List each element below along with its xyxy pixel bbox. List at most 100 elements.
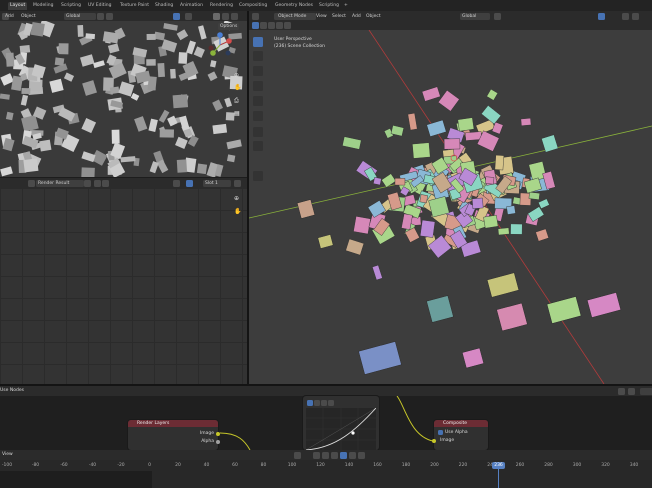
tab-modeling[interactable]: Modeling [31, 2, 55, 10]
timeline-view-menu[interactable]: View [2, 452, 13, 457]
image-menu-icon[interactable] [234, 179, 241, 187]
image-browse-icon[interactable] [28, 179, 35, 187]
shading-icon-main[interactable] [622, 12, 629, 20]
view-menu[interactable]: View [314, 13, 329, 20]
image-name-field[interactable]: Render Result [36, 179, 84, 187]
object-mode-dropdown[interactable]: Object Mode [274, 12, 316, 20]
composite-node[interactable]: Composite Use Alpha Image [432, 420, 488, 450]
select-tool-icon[interactable] [253, 37, 263, 47]
navigation-gizmo[interactable] [206, 31, 234, 59]
play-icon[interactable] [340, 451, 347, 459]
image-unlink-icon[interactable] [94, 179, 101, 187]
jump-end-icon[interactable] [358, 451, 365, 459]
rotate-tool-icon[interactable] [253, 81, 263, 91]
options-dropdown[interactable]: Options [218, 23, 240, 30]
display-channels-icon[interactable] [173, 179, 180, 187]
scene-cube [82, 80, 97, 96]
node-editor-view-icon[interactable] [628, 387, 635, 395]
select-intersect-icon[interactable] [284, 22, 291, 29]
cursor-tool-icon[interactable] [253, 51, 263, 61]
transform-tool-icon[interactable] [253, 111, 263, 121]
annotate-tool-icon[interactable] [253, 127, 263, 137]
node-editor-dropdown[interactable] [640, 387, 652, 395]
rgb-curves-node[interactable] [303, 396, 379, 450]
tab-rendering[interactable]: Rendering [208, 2, 235, 10]
add-menu-main[interactable]: Add [350, 13, 363, 20]
play-reverse-icon[interactable] [331, 451, 338, 459]
snap-icon-main[interactable] [494, 12, 501, 20]
scale-tool-icon[interactable] [253, 96, 263, 106]
camera-icon[interactable]: ⎙ [234, 97, 241, 104]
move-tool-icon[interactable] [253, 66, 263, 76]
proportional-icon[interactable] [106, 12, 113, 20]
current-frame-indicator[interactable]: 236 [492, 461, 505, 469]
curve-channel-r-icon[interactable] [314, 400, 320, 406]
shading-solid-icon[interactable] [213, 12, 220, 20]
render-layers-alpha-socket[interactable] [216, 440, 220, 444]
image-editor-canvas[interactable] [0, 188, 247, 384]
use-alpha-checkbox[interactable] [438, 430, 443, 435]
select-invert-icon[interactable] [276, 22, 283, 29]
snap-icon[interactable] [97, 12, 104, 20]
render-slot-icon[interactable] [186, 179, 193, 187]
use-nodes-toggle[interactable]: Use Nodes [0, 388, 24, 393]
main-viewport-canvas[interactable] [249, 30, 652, 384]
editor-type-icon-main[interactable] [252, 12, 259, 20]
node-editor-settings-icon[interactable] [618, 387, 625, 395]
jump-start-icon[interactable] [313, 451, 320, 459]
image-zoom-icon[interactable]: ⊕ [234, 195, 241, 202]
scene-cube [58, 43, 69, 55]
transform-dropdown-main[interactable]: Global [460, 12, 490, 20]
shading-icon-main-2[interactable] [632, 12, 639, 20]
select-menu[interactable]: Select [330, 13, 348, 20]
tab-animation[interactable]: Animation [178, 2, 205, 10]
overlay-icon-main[interactable] [598, 12, 605, 20]
curve-channel-c-icon[interactable] [307, 400, 313, 406]
timeline-tick-label: 120 [316, 463, 325, 468]
image-icon[interactable] [84, 179, 91, 187]
measure-tool-icon[interactable] [253, 141, 263, 151]
scene-cube [175, 136, 188, 149]
zoom-icon[interactable]: ⊕ [234, 72, 241, 79]
prev-key-icon[interactable] [322, 451, 329, 459]
shading-material-icon[interactable] [222, 12, 229, 20]
overlay-icon[interactable] [173, 12, 180, 20]
xray-icon[interactable] [185, 12, 192, 20]
render-layers-node[interactable]: Render Layers Image Alpha [128, 420, 220, 450]
add-menu[interactable]: Add [3, 13, 16, 20]
tab-scripting[interactable]: Scripting [59, 2, 83, 10]
image-close-icon[interactable] [102, 179, 109, 187]
slot-dropdown[interactable]: Slot 1 [203, 179, 231, 187]
tab--[interactable]: + [342, 2, 350, 10]
select-subtract-icon[interactable] [268, 22, 275, 29]
perspective-icon[interactable]: ▦ [234, 110, 241, 117]
tab-layout[interactable]: Layout [8, 2, 28, 10]
scene-cube [63, 72, 75, 82]
curve-channel-b-icon[interactable] [328, 400, 334, 406]
scene-cube [85, 33, 96, 40]
pan-icon[interactable]: ✋ [234, 84, 241, 91]
composite-image-socket[interactable] [432, 439, 436, 443]
tab-compositing[interactable]: Compositing [237, 2, 269, 10]
next-key-icon[interactable] [349, 451, 356, 459]
timeline-tick-label: 180 [401, 463, 411, 468]
curve-graph[interactable] [306, 408, 376, 450]
tab-scripting-2[interactable]: Scripting [317, 2, 341, 10]
tab-uv-editing[interactable]: UV Editing [86, 2, 113, 10]
object-menu[interactable]: Object [19, 13, 38, 20]
auto-key-icon[interactable] [294, 451, 301, 459]
object-menu-main[interactable]: Object [364, 13, 383, 20]
transform-orientation-dropdown[interactable]: Global [64, 12, 96, 20]
select-box-mode-icon[interactable] [252, 22, 259, 29]
shading-rendered-icon[interactable] [231, 12, 238, 20]
render-layers-image-socket[interactable] [216, 432, 220, 436]
curve-channel-g-icon[interactable] [321, 400, 327, 406]
add-cube-tool-icon[interactable] [253, 171, 263, 181]
tab-texture-paint[interactable]: Texture Paint [118, 2, 151, 10]
tab-geometry-nodes[interactable]: Geometry Nodes [273, 2, 315, 10]
timeline-tick-label: 260 [515, 463, 525, 468]
image-pan-icon[interactable]: ✋ [234, 208, 241, 215]
select-extend-icon[interactable] [260, 22, 267, 29]
scene-cube [419, 219, 436, 238]
tab-shading[interactable]: Shading [153, 2, 175, 10]
